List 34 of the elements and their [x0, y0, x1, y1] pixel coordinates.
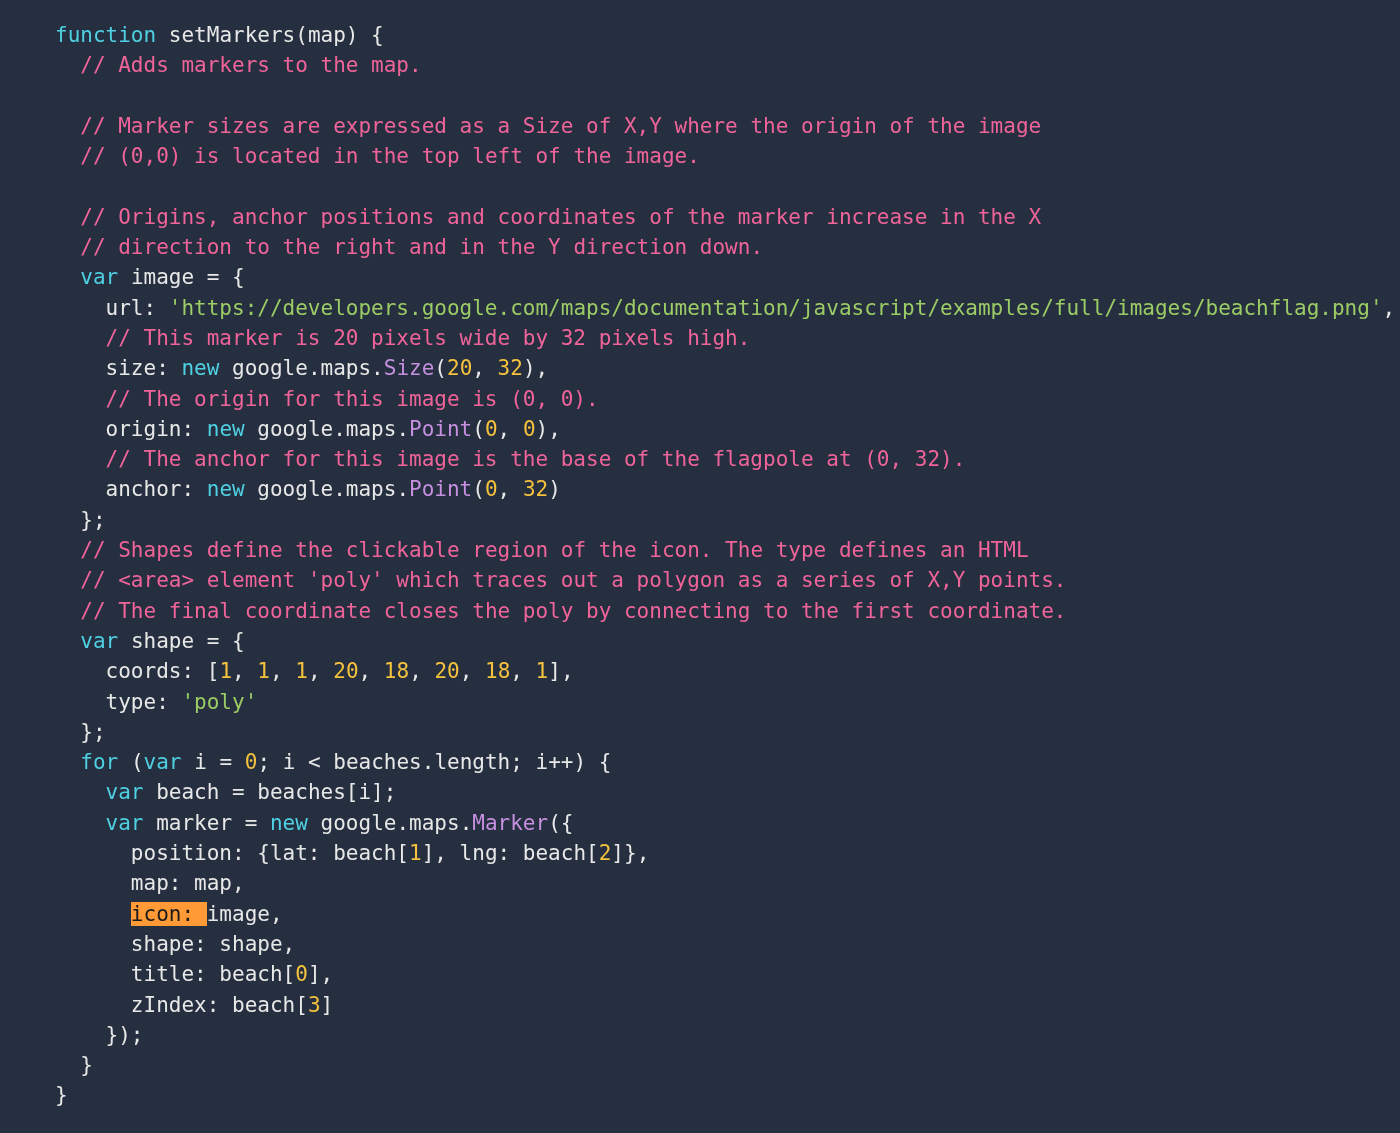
code-line: map: map, [129, 870, 245, 898]
code-line: // direction to the right and in the Y direction down. [79, 234, 764, 262]
code-line: } [79, 1052, 93, 1080]
code-line: } [55, 1082, 68, 1110]
code-line: // (0,0) is located in the top left of the image. [79, 143, 700, 171]
code-line: type: 'poly' [104, 688, 258, 716]
code-line: var shape = { [79, 627, 245, 655]
code-line: icon: image, [129, 900, 283, 928]
code-line: // The origin for this image is (0, 0). [104, 385, 599, 413]
code-line: url: 'https://developers.google.com/maps/documentation/javascript/examples/full/images/beachflag.png', [104, 294, 1396, 322]
code-line: anchor: new google.maps.Point(0, 32) [104, 476, 561, 504]
code-line: coords: [1, 1, 1, 20, 18, 20, 18, 1], [104, 658, 574, 686]
code-line: }; [79, 506, 106, 534]
code-line: size: new google.maps.Size(20, 32), [104, 355, 549, 383]
code-line: }; [79, 718, 106, 746]
code-line: // Marker sizes are expressed as a Size of X,Y where the origin of the image [79, 112, 1042, 140]
code-line: shape: shape, [129, 930, 296, 958]
code-line: var marker = new google.maps.Marker({ [104, 809, 574, 837]
code-line: var image = { [79, 264, 245, 292]
code-line: // Origins, anchor positions and coordinates of the marker increase in the X [79, 203, 1042, 231]
code-line: // Shapes define the clickable region of the icon. The type defines an HTML [79, 537, 1029, 565]
code-line: zIndex: beach[3] [129, 991, 334, 1019]
code-line: for (var i = 0; i < beaches.length; i++) { [79, 749, 612, 777]
code-line: // <area> element 'poly' which traces out a polygon as a series of X,Y points. [79, 567, 1067, 595]
code-line: origin: new google.maps.Point(0, 0), [104, 415, 561, 443]
code-line: // Adds markers to the map. [79, 52, 422, 80]
code-line: var beach = beaches[i]; [104, 779, 397, 807]
code-line: // The anchor for this image is the base of the flagpole at (0, 32). [104, 446, 966, 474]
code-line: position: {lat: beach[1], lng: beach[2]}, [129, 840, 650, 867]
code-line: function setMarkers(map) { [55, 22, 384, 49]
code-line: // The final coordinate closes the poly by connecting to the first coordinate. [79, 597, 1067, 625]
code-line: }); [104, 1021, 144, 1049]
code-line: title: beach[0], [129, 961, 334, 989]
code-line: // This marker is 20 pixels wide by 32 pixels high. [104, 324, 751, 352]
